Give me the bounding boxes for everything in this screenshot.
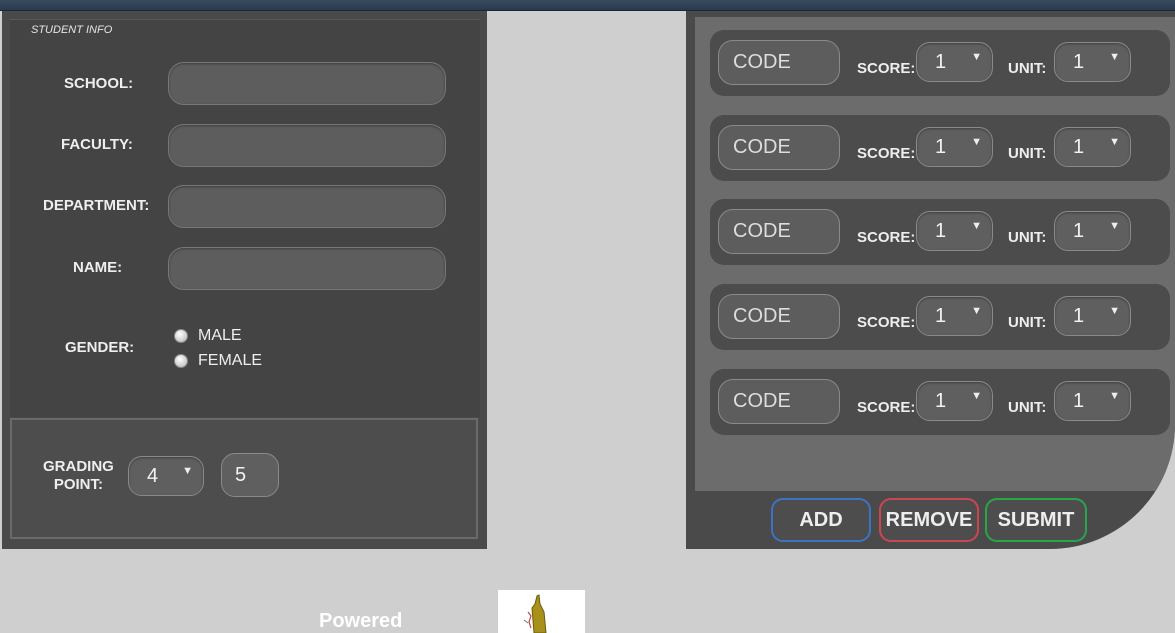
score-label: SCORE: (857, 145, 916, 162)
score-select[interactable]: 1 ▼ (916, 127, 993, 167)
remove-button[interactable]: REMOVE (879, 498, 979, 542)
school-label: SCHOOL: (64, 75, 134, 92)
female-radio[interactable] (174, 354, 188, 368)
unit-label: UNIT: (1008, 229, 1047, 246)
score-value: 1 (935, 50, 947, 73)
faculty-label: FACULTY: (61, 136, 133, 153)
name-input[interactable] (168, 247, 446, 290)
course-code-input[interactable]: CODE (718, 209, 840, 254)
course-code-input[interactable]: CODE (718, 379, 840, 424)
score-label: SCORE: (857, 399, 916, 416)
course-code-input[interactable]: CODE (718, 294, 840, 339)
course-row: CODE SCORE: 1 ▼ UNIT: 1 ▼ (710, 284, 1170, 350)
unit-select[interactable]: 1 ▼ (1054, 381, 1131, 421)
gender-option-male[interactable]: MALE (174, 327, 242, 345)
unit-select[interactable]: 1 ▼ (1054, 211, 1131, 251)
course-row: CODE SCORE: 1 ▼ UNIT: 1 ▼ (710, 30, 1170, 96)
gender-label: GENDER: (65, 339, 135, 356)
add-button[interactable]: ADD (771, 498, 871, 542)
gender-option-female[interactable]: FEMALE (174, 352, 262, 370)
course-row: CODE SCORE: 1 ▼ UNIT: 1 ▼ (710, 199, 1170, 265)
grading-point-selected: 4 (147, 464, 159, 487)
score-select[interactable]: 1 ▼ (916, 211, 993, 251)
score-select[interactable]: 1 ▼ (916, 42, 993, 82)
unit-select[interactable]: 1 ▼ (1054, 42, 1131, 82)
unit-select[interactable]: 1 ▼ (1054, 296, 1131, 336)
grading-point-label: GRADING POINT: (43, 458, 114, 493)
score-value: 1 (935, 389, 947, 412)
course-code-input[interactable]: CODE (718, 40, 840, 85)
score-select[interactable]: 1 ▼ (916, 296, 993, 336)
chevron-down-icon: ▼ (1109, 136, 1120, 148)
grading-point-value-field[interactable]: 5 (221, 453, 279, 497)
unit-label: UNIT: (1008, 399, 1047, 416)
chevron-down-icon: ▼ (1109, 220, 1120, 232)
unit-value: 1 (1073, 50, 1085, 73)
score-label: SCORE: (857, 314, 916, 331)
unit-value: 1 (1073, 304, 1085, 327)
chevron-down-icon: ▼ (971, 305, 982, 317)
course-code-input[interactable]: CODE (718, 125, 840, 170)
department-input[interactable] (168, 185, 446, 228)
unit-value: 1 (1073, 135, 1085, 158)
logo-icon (523, 594, 547, 633)
name-label: NAME: (73, 259, 123, 276)
grading-point-select[interactable]: 4 ▼ (128, 456, 204, 496)
score-select[interactable]: 1 ▼ (916, 381, 993, 421)
score-label: SCORE: (857, 229, 916, 246)
unit-label: UNIT: (1008, 145, 1047, 162)
course-row: CODE SCORE: 1 ▼ UNIT: 1 ▼ (710, 369, 1170, 435)
chevron-down-icon: ▼ (1109, 390, 1120, 402)
chevron-down-icon: ▼ (1109, 305, 1120, 317)
score-value: 1 (935, 304, 947, 327)
male-radio[interactable] (174, 329, 188, 343)
window-top-bar (0, 0, 1175, 11)
courses-panel: CODE SCORE: 1 ▼ UNIT: 1 ▼ CODE SCORE: 1 … (686, 11, 1175, 549)
score-value: 1 (935, 135, 947, 158)
chevron-down-icon: ▼ (1109, 51, 1120, 63)
score-label: SCORE: (857, 60, 916, 77)
unit-value: 1 (1073, 219, 1085, 242)
chevron-down-icon: ▼ (971, 51, 982, 63)
male-label: MALE (198, 327, 242, 344)
course-row: CODE SCORE: 1 ▼ UNIT: 1 ▼ (710, 115, 1170, 181)
school-input[interactable] (168, 62, 446, 105)
unit-label: UNIT: (1008, 60, 1047, 77)
female-label: FEMALE (198, 352, 263, 369)
faculty-input[interactable] (168, 124, 446, 167)
chevron-down-icon: ▼ (971, 390, 982, 402)
department-label: DEPARTMENT: (43, 197, 150, 214)
chevron-down-icon: ▼ (182, 465, 193, 477)
courses-list-area: CODE SCORE: 1 ▼ UNIT: 1 ▼ CODE SCORE: 1 … (695, 17, 1175, 491)
student-info-legend: STUDENT INFO (31, 24, 113, 36)
logo-image (498, 590, 585, 633)
chevron-down-icon: ▼ (971, 136, 982, 148)
unit-label: UNIT: (1008, 314, 1047, 331)
score-value: 1 (935, 219, 947, 242)
powered-by-text: Powered (319, 610, 403, 632)
unit-value: 1 (1073, 389, 1085, 412)
chevron-down-icon: ▼ (971, 220, 982, 232)
submit-button[interactable]: SUBMIT (985, 498, 1087, 542)
unit-select[interactable]: 1 ▼ (1054, 127, 1131, 167)
